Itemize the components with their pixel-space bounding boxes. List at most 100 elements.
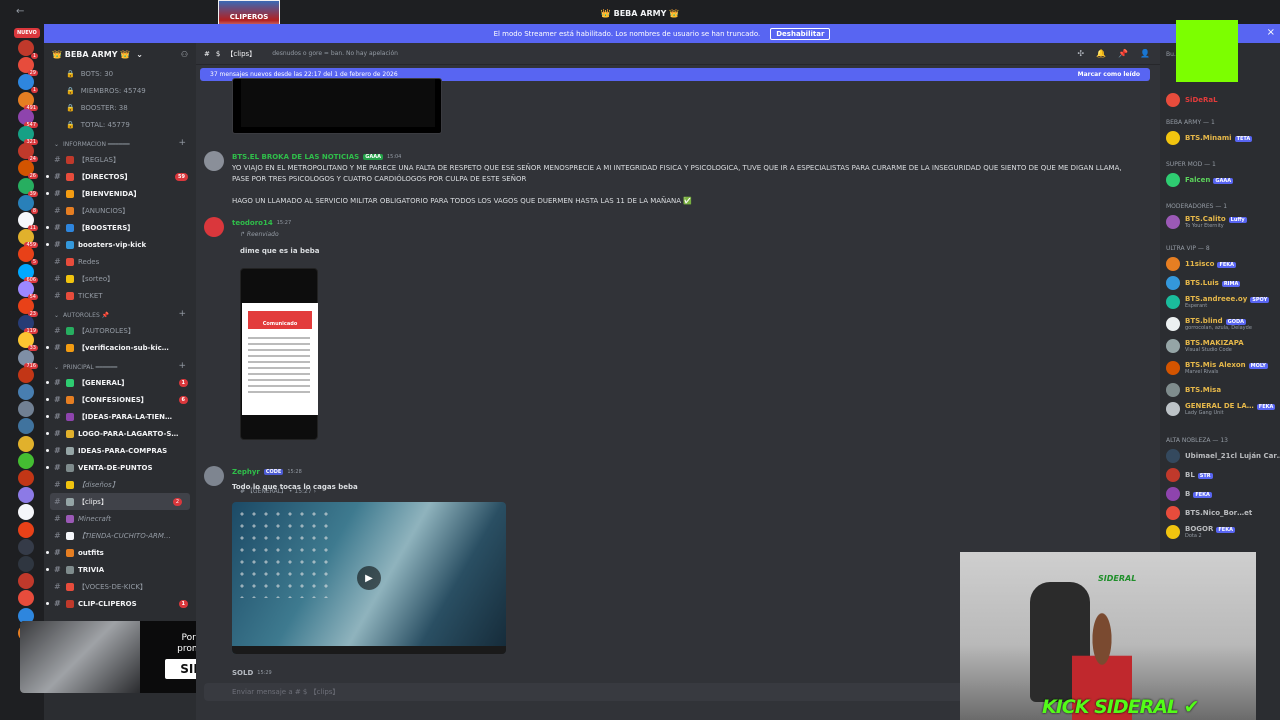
server-icon[interactable] — [18, 556, 34, 572]
channel-item[interactable]: # 【DIRECTOS】 59 — [44, 168, 196, 185]
channel-item[interactable]: # LOGO-PARA-LAGARTO-S… — [44, 425, 196, 442]
channel-item[interactable]: # 【VOCES-DE-KICK】 — [44, 578, 196, 595]
server-icon[interactable]: 547 — [18, 108, 38, 128]
play-icon[interactable]: ▶ — [357, 566, 381, 590]
channel-item[interactable]: # 【BOOSTERS】 — [44, 219, 196, 236]
member-item[interactable]: Falcen GAAA — [1166, 173, 1234, 187]
server-icon[interactable]: 8 — [18, 194, 38, 214]
server-icon[interactable] — [18, 538, 34, 555]
server-icon[interactable]: 29 — [18, 57, 38, 77]
server-icon[interactable]: 54 — [18, 280, 38, 300]
server-icon[interactable]: 39 — [18, 177, 38, 197]
channel-item[interactable]: # 【REGLAS】 — [44, 151, 196, 168]
channel-item[interactable]: # 【AUTOROLES】 — [44, 322, 196, 339]
member-name: GENERAL DE LA… — [1185, 402, 1254, 410]
channel-item[interactable]: # 【verificacion-sub-kic… — [44, 339, 196, 356]
members-icon[interactable]: 👤 — [1140, 49, 1150, 58]
avatar[interactable] — [204, 151, 224, 171]
server-icon[interactable]: 33 — [18, 332, 38, 352]
member-item[interactable]: B FEKA — [1166, 487, 1212, 501]
server-icon[interactable] — [18, 452, 34, 469]
username[interactable]: teodoro14 — [232, 219, 273, 227]
member-item[interactable]: BTS.Mis Alexon MOLY Marvel Rivals — [1166, 361, 1268, 375]
server-icon[interactable]: 24 — [18, 143, 38, 163]
bell-icon[interactable]: 🔔 — [1096, 49, 1106, 58]
channel-item[interactable]: # Minecraft — [44, 510, 196, 527]
member-item[interactable]: BTS.blind GODA gorrocolan, azula, Delayde — [1166, 317, 1252, 331]
channel-item[interactable]: # 【ANUNCIOS】 — [44, 202, 196, 219]
member-item[interactable]: BTS.Nico_Bor…et — [1166, 506, 1252, 520]
member-item[interactable]: BTS.Misa — [1166, 383, 1221, 397]
server-icon[interactable] — [18, 487, 34, 504]
server-icon[interactable]: 459 — [18, 229, 38, 249]
server-icon[interactable] — [18, 384, 34, 400]
channel-item[interactable]: # 【clips】 2 — [50, 493, 190, 510]
username[interactable]: Zephyr — [232, 468, 260, 476]
channel-item[interactable]: # CLIP-CLIPEROS 1 — [44, 595, 196, 612]
server-icon[interactable] — [18, 573, 34, 590]
channel-item[interactable]: # IDEAS-PARA-COMPRAS — [44, 442, 196, 459]
server-icon[interactable]: 1 — [18, 40, 38, 59]
channel-item[interactable]: # 【IDEAS-PARA-LA-TIEN… — [44, 408, 196, 425]
member-item[interactable]: BTS.andreee.oy SPOY Esperant — [1166, 295, 1270, 309]
category-principal[interactable]: ⌄ PRINCIPAL ━━━━━━ + — [44, 356, 196, 374]
member-item[interactable]: BTS.Luis RIMA — [1166, 276, 1241, 290]
member-item[interactable]: GENERAL DE LA… FEKA Lady Gang Unit — [1166, 402, 1276, 416]
username[interactable]: SOLD — [232, 669, 253, 677]
server-icon[interactable]: 11 — [18, 212, 38, 231]
channel-item[interactable]: # 【diseños】 — [44, 476, 196, 493]
channel-item[interactable]: # boosters-vip-kick — [44, 236, 196, 253]
avatar[interactable] — [204, 466, 224, 486]
channel-item[interactable]: # 【BIENVENIDA】 — [44, 185, 196, 202]
server-icon[interactable] — [18, 504, 34, 521]
server-icon[interactable] — [18, 401, 34, 418]
threads-icon[interactable]: ✣ — [1077, 49, 1084, 58]
channel-item[interactable]: # TICKET — [44, 287, 196, 304]
server-icon[interactable]: 491 — [18, 91, 38, 111]
member-item[interactable]: SiDeRaL — [1166, 93, 1218, 107]
channel-item[interactable]: # 【TIENDA-CUCHITO-ARM… — [44, 527, 196, 544]
category-informacion[interactable]: ⌄ INFORMACION ━━━━━━ + — [44, 133, 196, 151]
category-autoroles[interactable]: ⌄ AUTOROLES 📌 + — [44, 304, 196, 322]
server-header[interactable]: 👑 BEBA ARMY 👑 ⌄ ⚇ — [44, 43, 196, 65]
phone-screenshot-attachment[interactable]: Comunicado — [240, 268, 318, 440]
server-icon[interactable] — [18, 521, 34, 538]
username[interactable]: BTS.EL BROKA DE LAS NOTICIAS — [232, 153, 359, 161]
member-item[interactable]: 11sisco FEKA — [1166, 257, 1237, 271]
channel-item[interactable]: # Redes — [44, 253, 196, 270]
server-icon[interactable] — [18, 418, 34, 435]
server-icon[interactable]: 716 — [18, 349, 38, 369]
channel-item[interactable]: # 【GENERAL】 1 — [44, 374, 196, 391]
close-icon[interactable]: × — [1267, 27, 1275, 38]
server-icon[interactable]: 23 — [18, 298, 38, 317]
server-icon[interactable] — [18, 470, 34, 486]
member-item[interactable]: BTS.Calito Luffy To Your Eternity — [1166, 215, 1247, 229]
server-icon[interactable] — [18, 435, 34, 452]
server-icon[interactable]: 26 — [18, 160, 38, 180]
member-item[interactable]: BTS.MAKIZAPA Visual Studio Code — [1166, 339, 1244, 353]
channel-item[interactable]: # TRIVIA — [44, 561, 196, 578]
disable-streamer-button[interactable]: Deshabilitar — [770, 27, 831, 40]
channel-topic[interactable]: desnudos o gore = ban. No hay apelación — [272, 50, 398, 57]
add-people-icon[interactable]: ⚇ — [181, 50, 188, 59]
member-item[interactable]: BL STR — [1166, 468, 1213, 482]
server-icon[interactable] — [18, 590, 34, 607]
pin-icon[interactable]: 📌 — [1118, 49, 1128, 58]
mark-as-read-button[interactable]: Marcar como leído — [1078, 71, 1140, 78]
server-icon[interactable]: 119 — [18, 315, 38, 335]
discord-avatar[interactable] — [204, 217, 224, 237]
channel-item[interactable]: # outfits — [44, 544, 196, 561]
server-icon[interactable]: 1 — [18, 74, 38, 94]
server-icon[interactable]: 606 — [18, 263, 38, 283]
attachment-image[interactable] — [232, 78, 442, 134]
channel-item[interactable]: # 【CONFESIONES】 6 — [44, 391, 196, 408]
server-icon[interactable] — [18, 366, 34, 383]
server-icon[interactable]: 321 — [18, 126, 38, 145]
channel-item[interactable]: # VENTA-DE-PUNTOS — [44, 459, 196, 476]
member-item[interactable]: BTS.Minami TETA — [1166, 131, 1253, 145]
video-attachment[interactable]: ▶ — [232, 502, 506, 654]
member-item[interactable]: BOGOR FEKA Dota 2 — [1166, 525, 1235, 539]
channel-item[interactable]: # 【sorteo】 — [44, 270, 196, 287]
member-item[interactable]: Ubimael_21cl Luján Car… — [1166, 449, 1280, 463]
server-icon[interactable]: 5 — [18, 246, 38, 266]
